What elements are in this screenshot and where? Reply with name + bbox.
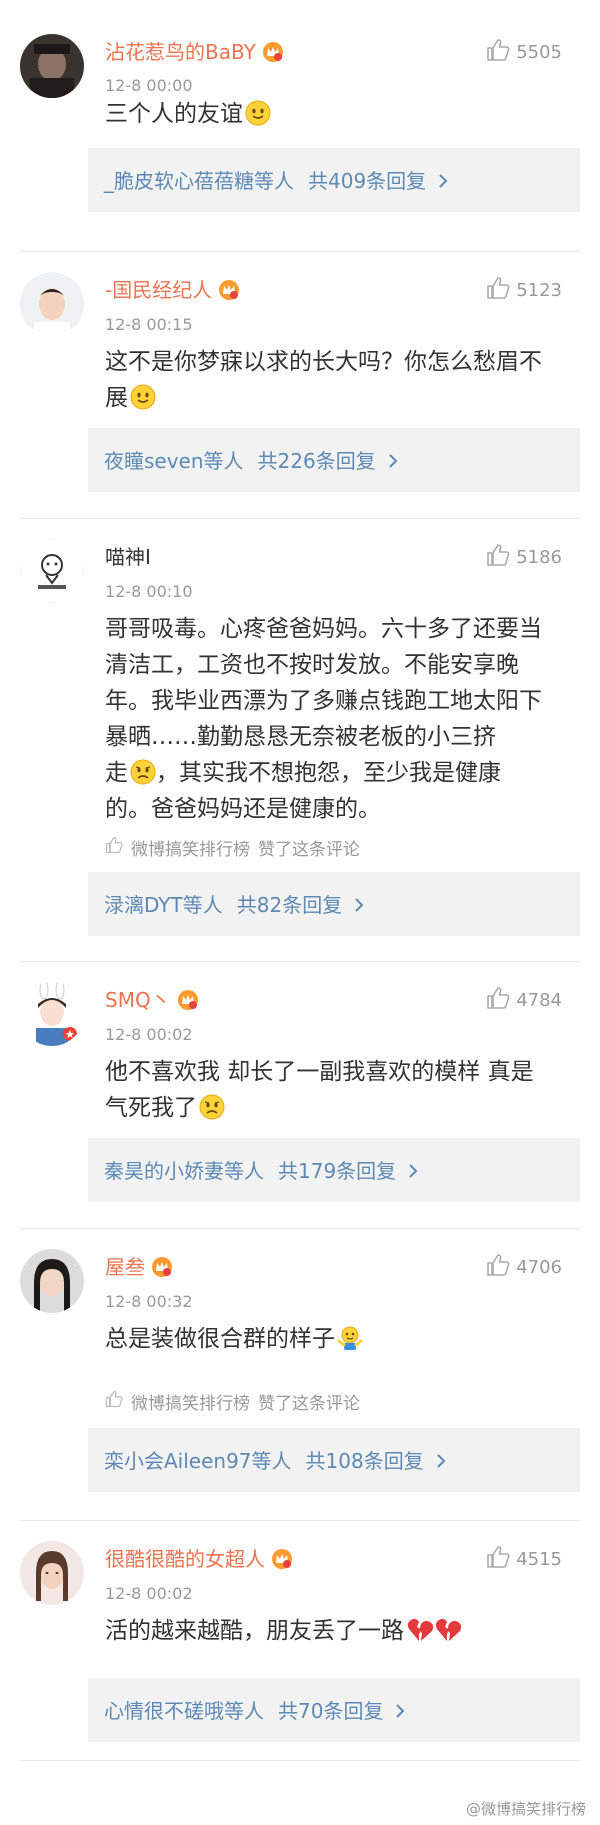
avatar[interactable]: [20, 982, 84, 1046]
view-replies-link[interactable]: 栾小会Aileen97等人 共108条回复: [104, 1445, 446, 1474]
vip-crown-icon: [262, 41, 284, 63]
vip-crown-icon: [177, 989, 199, 1011]
comment-item: 喵神I 12-8 00:10 5186 哥哥吸毒。心疼爸爸妈妈。六十多了还要当 …: [0, 519, 600, 962]
username[interactable]: 很酷很酷的女超人: [105, 1543, 293, 1572]
chevron-right-icon: [409, 1164, 418, 1178]
username[interactable]: -国民经纪人: [105, 274, 240, 303]
divider: [20, 1760, 580, 1761]
thumbs-up-icon: [486, 276, 510, 304]
reply-count[interactable]: 共179条回复: [278, 1159, 396, 1183]
chevron-right-icon: [437, 1454, 446, 1468]
sad-emoji-icon: [199, 1094, 225, 1120]
like-count: 4784: [516, 989, 562, 1011]
liked-by-user[interactable]: 微博搞笑排行榜: [131, 835, 250, 860]
reply-names[interactable]: 渌漓DYT: [104, 893, 183, 917]
vip-crown-icon: [218, 279, 240, 301]
chevron-right-icon: [439, 174, 448, 188]
like-count: 4706: [516, 1256, 562, 1278]
liked-by-notice: 微博搞笑排行榜 赞了这条评论: [105, 835, 360, 860]
view-replies-link[interactable]: 秦昊的小娇妻等人 共179条回复: [104, 1155, 418, 1184]
comment-text: 总是装做很合群的样子: [105, 1321, 575, 1357]
comment-item: 沾花惹鸟的BaBY 12-8 00:00 5505 三个人的友谊 _脆皮软心蓓蓓…: [0, 0, 600, 252]
comment-item: 屋叁 12-8 00:32 4706 总是装做很合群的样子 微博搞笑排行榜 赞了这…: [0, 1229, 600, 1521]
chevron-right-icon: [396, 1704, 405, 1718]
avatar[interactable]: [20, 272, 84, 336]
comment-item: 很酷很酷的女超人 12-8 00:02 4515 活的越来越酷，朋友丢了一路 心…: [0, 1521, 600, 1761]
thumbs-up-icon: [486, 543, 510, 571]
like-count: 5186: [516, 546, 562, 568]
reply-summary[interactable]: 心情很不磋哦等人 共70条回复: [88, 1678, 580, 1742]
view-replies-link[interactable]: 心情很不磋哦等人 共70条回复: [104, 1695, 405, 1724]
like-button[interactable]: 4515: [486, 1545, 562, 1573]
sad-emoji-icon: [130, 759, 156, 785]
thumbs-up-icon: [105, 836, 123, 859]
avatar[interactable]: [20, 539, 84, 603]
username[interactable]: 屋叁: [105, 1251, 173, 1280]
reply-summary[interactable]: 夜瞳seven等人 共226条回复: [88, 428, 580, 492]
reply-summary[interactable]: 秦昊的小娇妻等人 共179条回复: [88, 1138, 580, 1202]
vip-crown-icon: [271, 1548, 293, 1570]
like-button[interactable]: 4784: [486, 986, 562, 1014]
vip-crown-icon: [151, 1256, 173, 1278]
thumbs-up-icon: [105, 1390, 123, 1413]
liked-by-user[interactable]: 微博搞笑排行榜: [131, 1389, 250, 1414]
reply-names[interactable]: 夜瞳seven: [104, 449, 204, 473]
broken-heart-emoji-icon: [406, 1617, 462, 1643]
username[interactable]: 沾花惹鸟的BaBY: [105, 36, 284, 65]
comment-text: 活的越来越酷，朋友丢了一路: [105, 1613, 575, 1649]
like-button[interactable]: 4706: [486, 1253, 562, 1281]
reply-count[interactable]: 共226条回复: [258, 449, 376, 473]
comment-text: 哥哥吸毒。心疼爸爸妈妈。六十多了还要当 清洁工，工资也不按时发放。不能安享晚 年…: [105, 616, 542, 822]
comment-time: 12-8 00:10: [105, 582, 193, 601]
view-replies-link[interactable]: 渌漓DYT等人 共82条回复: [104, 889, 364, 918]
view-replies-link[interactable]: _脆皮软心蓓蓓糖等人 共409条回复: [104, 165, 448, 194]
like-count: 4515: [516, 1548, 562, 1570]
reply-names[interactable]: _脆皮软心蓓蓓糖: [104, 169, 254, 193]
username[interactable]: 喵神I: [105, 541, 151, 570]
comment-time: 12-8 00:02: [105, 1584, 193, 1603]
smile-emoji-icon: [130, 384, 156, 410]
comment-time: 12-8 00:00: [105, 76, 193, 95]
smile-emoji-icon: [245, 100, 271, 126]
chevron-right-icon: [389, 454, 398, 468]
username[interactable]: SMQ丶: [105, 984, 199, 1013]
avatar[interactable]: [20, 34, 84, 98]
comment-text: 他不喜欢我 却长了一副我喜欢的模样 真是 气死我了: [105, 1059, 534, 1121]
reply-summary[interactable]: _脆皮软心蓓蓓糖等人 共409条回复: [88, 148, 580, 212]
like-button[interactable]: 5186: [486, 543, 562, 571]
thumbs-up-icon: [486, 38, 510, 66]
view-replies-link[interactable]: 夜瞳seven等人 共226条回复: [104, 445, 398, 474]
like-count: 5505: [516, 41, 562, 63]
comment-text: 这不是你梦寐以求的长大吗？你怎么愁眉不 展: [105, 349, 542, 411]
comment-time: 12-8 00:15: [105, 315, 193, 334]
reply-summary[interactable]: 渌漓DYT等人 共82条回复: [88, 872, 580, 936]
reply-summary[interactable]: 栾小会Aileen97等人 共108条回复: [88, 1428, 580, 1492]
reply-count[interactable]: 共108条回复: [306, 1449, 424, 1473]
thumbs-up-icon: [486, 1253, 510, 1281]
reply-names[interactable]: 栾小会Aileen97: [104, 1449, 252, 1473]
shrug-emoji-icon: [337, 1325, 363, 1351]
comment-feed: 沾花惹鸟的BaBY 12-8 00:00 5505 三个人的友谊 _脆皮软心蓓蓓…: [0, 0, 600, 1825]
watermark: @微博搞笑排行榜: [465, 1800, 586, 1818]
comment-item: SMQ丶 12-8 00:02 4784 他不喜欢我 却长了一副我喜欢的模样 真…: [0, 962, 600, 1229]
comment-time: 12-8 00:02: [105, 1025, 193, 1044]
comment-time: 12-8 00:32: [105, 1292, 193, 1311]
avatar[interactable]: [20, 1541, 84, 1605]
reply-names[interactable]: 心情很不磋哦: [104, 1699, 224, 1723]
reply-count[interactable]: 共70条回复: [278, 1699, 383, 1723]
reply-names[interactable]: 秦昊的小娇妻: [104, 1159, 224, 1183]
chevron-right-icon: [355, 898, 364, 912]
reply-count[interactable]: 共82条回复: [237, 893, 342, 917]
comment-text: 三个人的友谊: [105, 96, 575, 132]
avatar[interactable]: [20, 1249, 84, 1313]
reply-count[interactable]: 共409条回复: [308, 169, 426, 193]
thumbs-up-icon: [486, 986, 510, 1014]
comment-item: -国民经纪人 12-8 00:15 5123 这不是你梦寐以求的长大吗？你怎么愁…: [0, 252, 600, 519]
liked-by-notice: 微博搞笑排行榜 赞了这条评论: [105, 1389, 360, 1414]
like-count: 5123: [516, 279, 562, 301]
thumbs-up-icon: [486, 1545, 510, 1573]
like-button[interactable]: 5505: [486, 38, 562, 66]
like-button[interactable]: 5123: [486, 276, 562, 304]
